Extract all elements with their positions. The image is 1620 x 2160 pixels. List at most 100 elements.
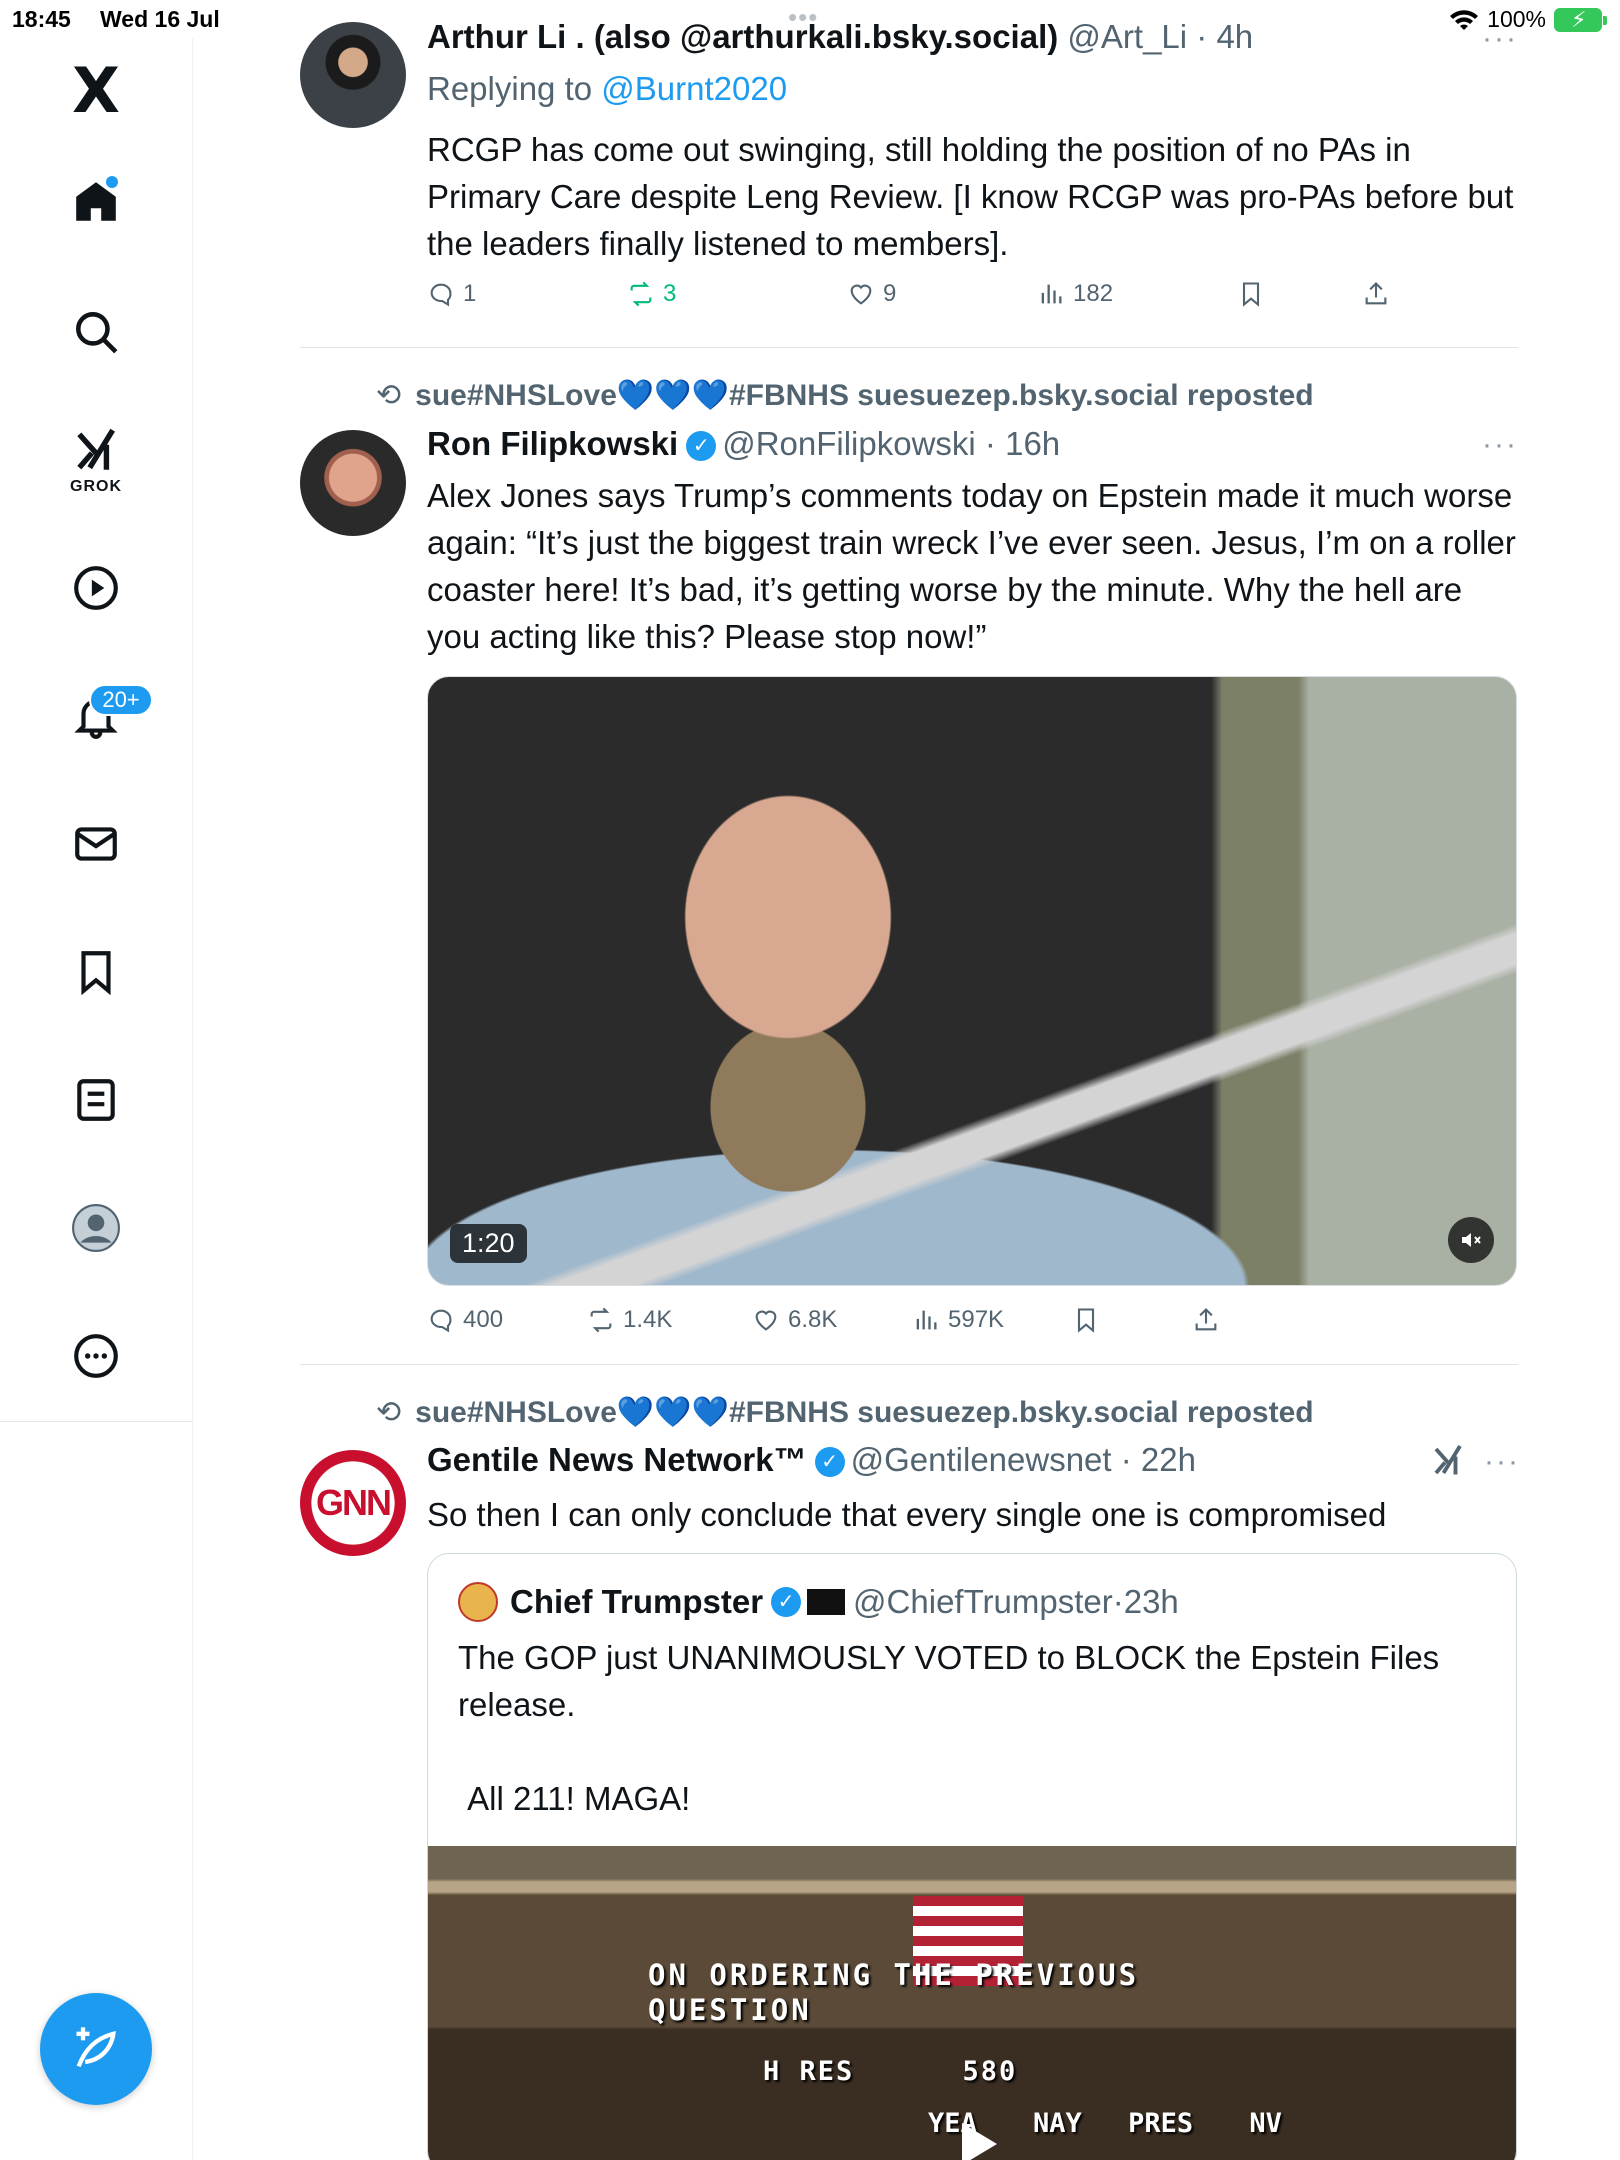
repost-button[interactable]: 1.4K (587, 1306, 672, 1334)
views-button[interactable]: 597K (912, 1306, 1004, 1334)
nav-grok[interactable]: GROK (60, 424, 132, 496)
reply-count: 1 (463, 280, 477, 307)
reply-icon (430, 283, 452, 307)
nav-explore[interactable] (60, 296, 132, 368)
repost-small-icon: ⟲ (376, 1396, 402, 1429)
quote-author-name: Chief Trumpster (510, 1583, 764, 1620)
quote-video[interactable]: ON ORDERING THE PREVIOUS QUESTION H RES … (428, 1846, 1516, 2160)
avatar[interactable] (300, 22, 406, 128)
x-logo[interactable]: X (60, 54, 132, 127)
video-duration: 1:20 (450, 1224, 527, 1263)
avatar[interactable] (300, 430, 406, 536)
views-count: 597K (948, 1306, 1005, 1333)
repost-count: 1.4K (623, 1306, 673, 1333)
repost-count: 3 (663, 280, 677, 307)
nav-messages[interactable] (60, 808, 132, 880)
nav-lists[interactable] (60, 1064, 132, 1136)
sidebar: X GROK 20+ (0, 38, 193, 2160)
nav-profile[interactable] (60, 1192, 132, 1264)
author-handle[interactable]: @RonFilipkowski (722, 425, 976, 462)
replying-to: Replying to @Burnt2020 (427, 70, 787, 108)
author-name[interactable]: Gentile News Network™ (427, 1441, 807, 1478)
repost-indicator[interactable]: ⟲ sue#NHSLove💙💙💙#FBNHS suesuezep.bsky.soc… (376, 378, 1314, 413)
home-unread-dot (106, 176, 118, 188)
more-options-icon[interactable]: ··· (1484, 1445, 1520, 1479)
avatar-text: GNN (316, 1482, 392, 1523)
reply-button[interactable]: 400 (427, 1306, 503, 1334)
search-icon (76, 312, 118, 354)
reposted-by: sue#NHSLove💙💙💙#FBNHS suesuezep.bsky.soci… (415, 379, 1314, 412)
repost-small-icon: ⟲ (376, 379, 402, 412)
tweet-header: Gentile News Network™ ✓ @Gentilenewsnet · … (427, 1441, 1196, 1478)
tweet-divider (300, 347, 1518, 348)
verified-badge-icon: ✓ (771, 1587, 802, 1617)
status-right: 100% ⚡ (1449, 6, 1607, 33)
more-options-icon[interactable]: ··· (1482, 428, 1518, 462)
bookmark-button[interactable] (1072, 1306, 1100, 1334)
quote-text: The GOP just UNANIMOUSLY VOTED to BLOCK … (458, 1639, 1440, 1817)
nav-bookmarks[interactable] (60, 936, 132, 1008)
nav-more[interactable] (60, 1320, 132, 1392)
verified-badge-icon: ✓ (814, 1447, 845, 1478)
repost-indicator[interactable]: ⟲ sue#NHSLove💙💙💙#FBNHS suesuezep.bsky.soc… (376, 1395, 1314, 1430)
video-bill-label: H RES (763, 2056, 855, 2087)
profile-avatar-icon (72, 1204, 120, 1252)
author-handle[interactable]: @Art_Li (1067, 18, 1187, 55)
like-count: 6.8K (788, 1306, 838, 1333)
video-player[interactable]: 1:20 (427, 676, 1517, 1286)
more-circle-icon (74, 1334, 118, 1378)
verified-badge-icon: ✓ (686, 431, 717, 462)
author-handle[interactable]: @Gentilenewsnet (851, 1441, 1112, 1478)
share-icon (1195, 1308, 1217, 1331)
like-button[interactable]: 9 (847, 280, 896, 308)
compose-feather-icon (76, 2027, 116, 2068)
bookmark-icon (1242, 282, 1260, 307)
views-button[interactable]: 182 (1037, 280, 1113, 308)
mail-icon (75, 827, 117, 861)
repost-button[interactable]: 3 (627, 280, 676, 308)
grok-icon[interactable] (1430, 1443, 1466, 1479)
more-options-icon[interactable]: ··· (1482, 22, 1518, 56)
play-circle-icon (74, 566, 118, 610)
views-icon (1041, 284, 1062, 304)
tweet-header: Arthur Li . (also @arthurkali.bsky.socia… (427, 18, 1254, 55)
nav-videos[interactable] (60, 552, 132, 624)
share-button[interactable] (1362, 280, 1390, 308)
share-icon (1365, 282, 1387, 305)
grok-icon (77, 428, 115, 470)
mute-icon[interactable] (1448, 1217, 1494, 1263)
nav-home[interactable] (60, 166, 132, 238)
status-time: 18:45 (12, 6, 71, 32)
status-date: Wed 16 Jul (100, 6, 220, 32)
reply-icon (430, 1309, 452, 1333)
reply-count: 400 (463, 1306, 504, 1333)
author-name[interactable]: Arthur Li . (also @arthurkali.bsky.socia… (427, 18, 1058, 55)
views-icon (916, 1310, 937, 1330)
heart-icon (755, 1310, 777, 1331)
tweet-time[interactable]: 22h (1141, 1441, 1196, 1478)
share-button[interactable] (1192, 1306, 1220, 1334)
affiliate-badge-icon (807, 1589, 846, 1615)
reply-button[interactable]: 1 (427, 280, 476, 308)
like-button[interactable]: 6.8K (752, 1306, 837, 1334)
tweet-text: RCGP has come out swinging, still holdin… (427, 131, 1523, 262)
bookmark-button[interactable] (1237, 280, 1265, 308)
avatar[interactable]: GNN (300, 1450, 406, 1556)
tweet-header: Ron Filipkowski ✓ @RonFilipkowski · 16h (427, 425, 1061, 462)
avatar (458, 1582, 498, 1622)
author-name[interactable]: Ron Filipkowski (427, 425, 678, 462)
video-col-nv: NV (1249, 2108, 1282, 2139)
tweet-time[interactable]: 16h (1005, 425, 1060, 462)
replying-to-label: Replying to (427, 70, 593, 107)
nav-notifications[interactable]: 20+ (60, 680, 153, 752)
replying-to-handle[interactable]: @Burnt2020 (601, 70, 787, 107)
sidebar-divider (0, 1421, 193, 1422)
video-col-pres: PRES (1128, 2108, 1194, 2139)
video-caption-line1: ON ORDERING THE PREVIOUS (648, 1958, 1140, 1992)
play-icon[interactable] (948, 2116, 1004, 2160)
tweet-time[interactable]: 4h (1216, 18, 1253, 55)
quoted-tweet[interactable]: Chief Trumpster ✓ @ChiefTrumpster · 23h Th… (427, 1553, 1517, 2160)
bookmark-icon (81, 951, 111, 996)
video-bill: H RES 580 (763, 2056, 1017, 2087)
compose-button[interactable] (40, 1993, 152, 2105)
